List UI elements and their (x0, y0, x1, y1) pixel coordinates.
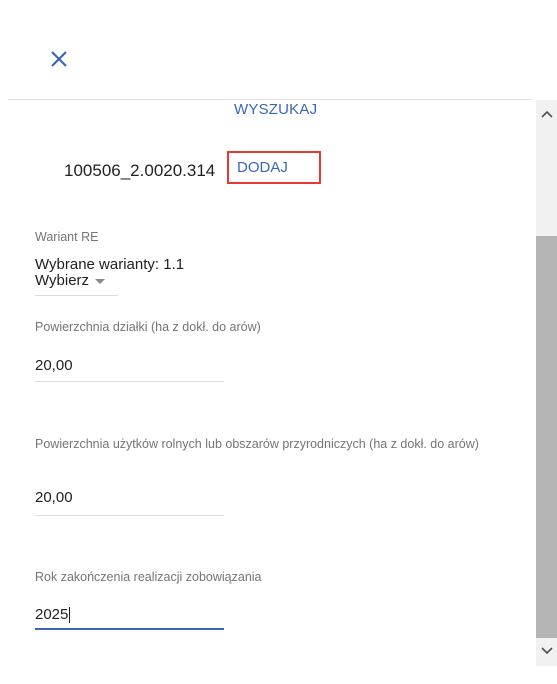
add-button[interactable]: DODAJ (227, 151, 321, 184)
header-divider (8, 99, 532, 100)
close-button[interactable] (44, 44, 74, 74)
scroll-up-button[interactable] (536, 104, 557, 124)
close-icon (51, 51, 67, 67)
agricultural-area-label: Powierzchnia użytków rolnych lub obszaró… (35, 437, 479, 451)
variant-selected-text: Wybrane warianty: 1.1 (35, 256, 185, 273)
scroll-down-button[interactable] (536, 641, 557, 661)
agricultural-area-input[interactable]: 20,00 (35, 489, 73, 506)
variant-label: Wariant RE (35, 230, 99, 244)
variant-select[interactable]: Wybierz (35, 272, 106, 289)
scrollbar-thumb[interactable] (536, 236, 557, 638)
chevron-down-icon (540, 647, 553, 655)
text-cursor (69, 607, 71, 624)
parcel-number: 100506_2.0020.314 (64, 161, 216, 180)
end-year-input[interactable]: 2025 (35, 606, 71, 624)
agricultural-area-underline (35, 515, 224, 516)
plot-area-input[interactable]: 20,00 (35, 357, 73, 374)
plot-area-label: Powierzchnia działki (ha z dokł. do arów… (35, 320, 261, 334)
chevron-up-icon (540, 110, 553, 118)
form-page: WYSZUKAJ 100506_2.0020.314 DODAJ Wariant… (0, 0, 557, 684)
add-button-label: DODAJ (237, 159, 288, 176)
end-year-value: 2025 (35, 606, 69, 623)
variant-select-label: Wybierz (35, 272, 90, 289)
end-year-underline (35, 628, 224, 630)
dropdown-caret-icon (95, 279, 106, 284)
search-button[interactable]: WYSZUKAJ (234, 101, 317, 118)
variant-select-underline (35, 295, 118, 296)
plot-area-underline (35, 381, 224, 382)
end-year-label: Rok zakończenia realizacji zobowiązania (35, 570, 262, 584)
